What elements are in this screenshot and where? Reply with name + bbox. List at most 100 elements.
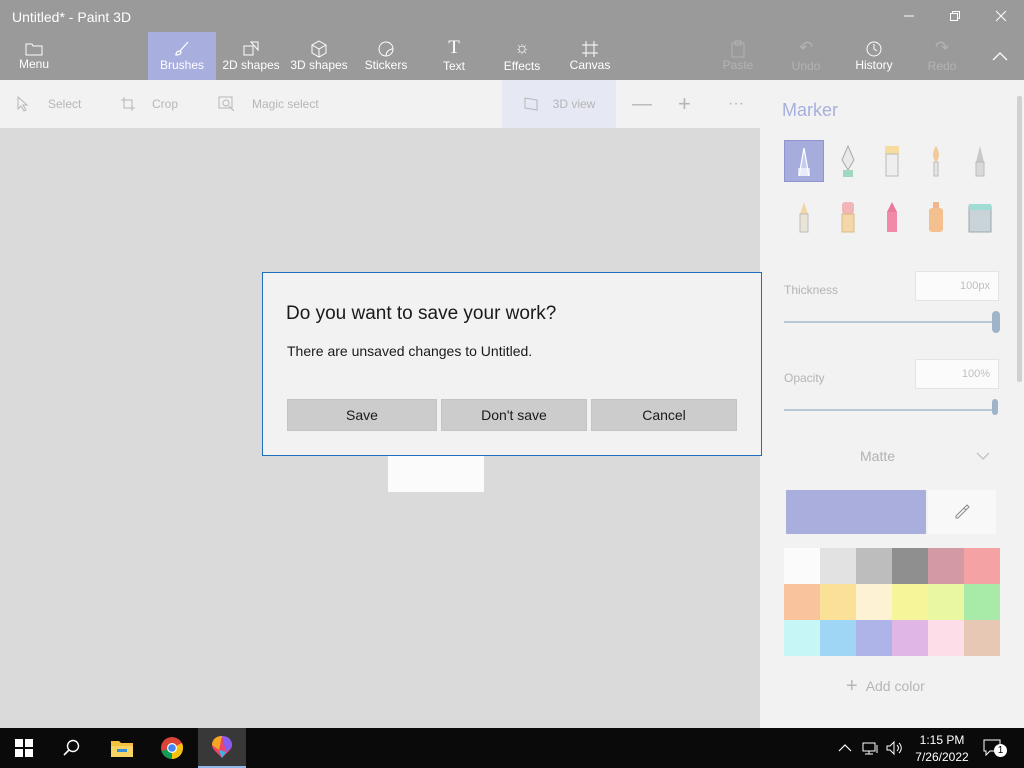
volume-button[interactable] xyxy=(886,728,904,768)
start-button[interactable] xyxy=(0,728,48,768)
tab-canvas[interactable]: Canvas xyxy=(566,32,614,80)
search-button[interactable] xyxy=(48,728,96,768)
brush-eraser[interactable] xyxy=(828,196,868,238)
finish-dropdown[interactable]: Matte xyxy=(860,448,895,464)
tab-3d-shapes[interactable]: 3D shapes xyxy=(288,32,350,80)
brush-watercolor[interactable] xyxy=(916,140,956,182)
taskbar-paint-3d[interactable] xyxy=(198,728,246,768)
brush-pencil[interactable] xyxy=(784,196,824,238)
stickers-icon xyxy=(378,41,394,57)
show-hidden-icons-button[interactable] xyxy=(838,728,852,768)
canvas-paper[interactable] xyxy=(388,456,484,492)
color-swatch[interactable] xyxy=(964,620,1000,656)
restore-icon xyxy=(950,11,960,21)
3d-view-icon xyxy=(524,97,538,111)
color-swatch[interactable] xyxy=(784,620,820,656)
color-swatch[interactable] xyxy=(820,548,856,584)
color-swatch[interactable] xyxy=(892,584,928,620)
redo-label: Redo xyxy=(927,59,957,73)
taskbar-file-explorer[interactable] xyxy=(98,728,146,768)
select-button[interactable]: Select xyxy=(16,80,81,128)
minimize-button[interactable] xyxy=(886,0,932,32)
current-color-swatch[interactable] xyxy=(786,490,926,534)
panel-scrollbar[interactable] xyxy=(1017,96,1022,382)
clock-time: 1:15 PM xyxy=(919,733,965,747)
color-swatch[interactable] xyxy=(964,584,1000,620)
tab-brushes-label: Brushes xyxy=(159,58,205,72)
calligraphy-pen-icon xyxy=(841,144,855,177)
add-color-button[interactable]: + Add color xyxy=(846,676,925,696)
pencil-icon xyxy=(799,202,809,233)
magic-select-button[interactable]: Magic select xyxy=(218,80,319,128)
chevron-down-icon[interactable] xyxy=(976,449,990,463)
taskbar-clock[interactable]: 1:15 PM 7/26/2022 xyxy=(910,732,974,766)
color-swatch[interactable] xyxy=(820,584,856,620)
tab-2d-shapes[interactable]: 2D shapes xyxy=(220,32,282,80)
color-swatch[interactable] xyxy=(856,548,892,584)
history-button[interactable]: History xyxy=(850,32,898,80)
opacity-value-input[interactable]: 100% xyxy=(915,359,999,389)
opacity-slider-track[interactable] xyxy=(784,409,996,411)
tab-text[interactable]: T Text xyxy=(432,32,476,80)
title-bar: Untitled* - Paint 3D xyxy=(0,0,1024,32)
color-swatch[interactable] xyxy=(928,548,964,584)
color-swatch[interactable] xyxy=(928,620,964,656)
thickness-slider-track[interactable] xyxy=(784,321,996,323)
dont-save-button[interactable]: Don't save xyxy=(441,399,587,431)
undo-button[interactable]: ↶ Undo xyxy=(784,32,828,80)
watercolor-icon xyxy=(933,146,939,177)
minus-icon: — xyxy=(632,92,652,115)
tab-text-label: Text xyxy=(442,59,465,73)
3d-view-toggle[interactable]: 3D view xyxy=(502,80,616,128)
paste-button[interactable]: Paste xyxy=(716,32,760,80)
thickness-value-input[interactable]: 100px xyxy=(915,271,999,301)
brush-oil[interactable] xyxy=(872,140,912,182)
action-center-button[interactable]: 1 xyxy=(982,728,1007,768)
redo-button[interactable]: ↷ Redo xyxy=(920,32,964,80)
crop-button[interactable]: Crop xyxy=(120,80,178,128)
oil-brush-icon xyxy=(885,146,899,177)
zoom-in-button[interactable]: + xyxy=(678,80,691,128)
network-button[interactable] xyxy=(862,728,880,768)
more-options-button[interactable]: ··· xyxy=(728,80,744,128)
menu-button[interactable]: Menu xyxy=(10,32,58,80)
history-icon xyxy=(866,41,882,57)
brush-spray-can[interactable] xyxy=(916,196,956,238)
folder-icon xyxy=(111,741,133,757)
save-dialog: Do you want to save your work? There are… xyxy=(262,272,762,456)
cancel-button[interactable]: Cancel xyxy=(591,399,737,431)
color-swatch[interactable] xyxy=(856,620,892,656)
canvas-icon xyxy=(582,41,598,57)
color-swatch[interactable] xyxy=(784,548,820,584)
color-swatch[interactable] xyxy=(892,620,928,656)
collapse-ribbon-button[interactable] xyxy=(984,32,1016,80)
eyedropper-button[interactable] xyxy=(928,490,996,534)
history-label: History xyxy=(855,58,893,72)
opacity-slider-thumb[interactable] xyxy=(992,399,998,415)
tab-stickers[interactable]: Stickers xyxy=(358,32,414,80)
color-swatch[interactable] xyxy=(856,584,892,620)
tab-effects[interactable]: ☼ Effects xyxy=(498,32,546,80)
brush-icon xyxy=(175,41,189,56)
close-button[interactable] xyxy=(978,0,1024,32)
restore-button[interactable] xyxy=(932,0,978,32)
taskbar-chrome[interactable] xyxy=(148,728,196,768)
brush-marker[interactable] xyxy=(784,140,824,182)
zoom-out-button[interactable]: — xyxy=(632,80,652,128)
tab-brushes[interactable]: Brushes xyxy=(148,32,216,80)
thickness-slider-thumb[interactable] xyxy=(992,311,1000,333)
redo-icon: ↷ xyxy=(934,38,950,57)
brush-crayon[interactable] xyxy=(872,196,912,238)
color-swatch[interactable] xyxy=(784,584,820,620)
brush-pixel-pen[interactable] xyxy=(960,140,1000,182)
save-button[interactable]: Save xyxy=(287,399,437,431)
color-swatch[interactable] xyxy=(892,548,928,584)
panel-heading: Marker xyxy=(782,100,839,120)
eyedropper-icon xyxy=(955,504,970,519)
crop-label: Crop xyxy=(152,97,179,111)
color-swatch[interactable] xyxy=(928,584,964,620)
color-swatch[interactable] xyxy=(820,620,856,656)
brush-calligraphy-pen[interactable] xyxy=(828,140,868,182)
color-swatch[interactable] xyxy=(964,548,1000,584)
brush-fill[interactable] xyxy=(960,196,1000,238)
